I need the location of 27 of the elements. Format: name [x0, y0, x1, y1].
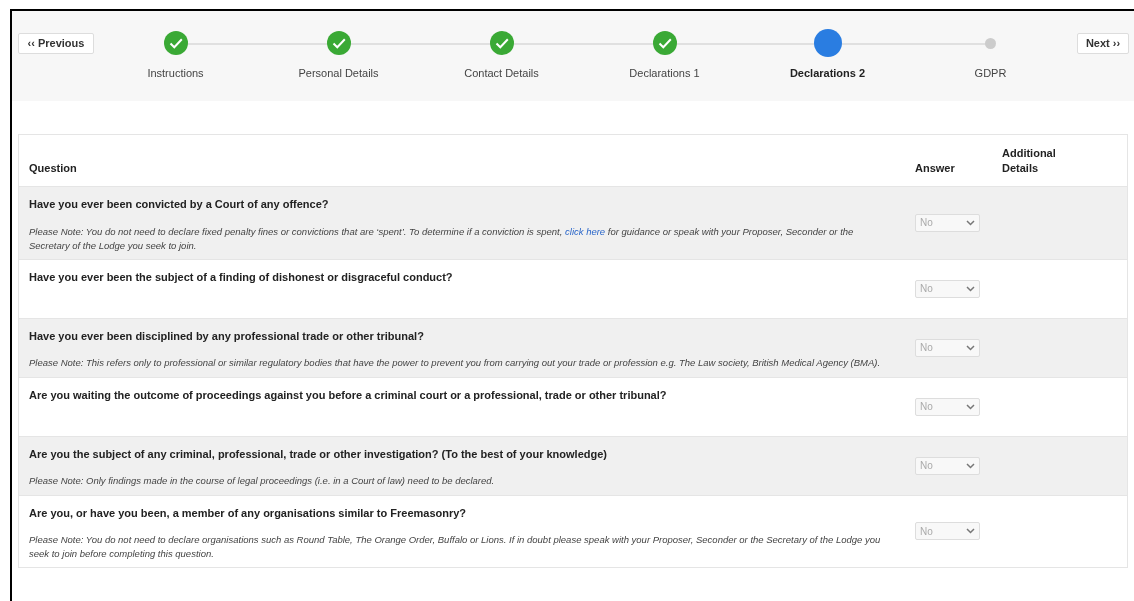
- column-header: Additional Details: [1002, 146, 1057, 176]
- question-text: Have you ever been the subject of a finding of dishonest or disgraceful conduct?: [29, 269, 454, 285]
- next-button[interactable]: Next ››: [1077, 33, 1129, 54]
- step-label: Declarations 2: [789, 66, 866, 81]
- question-text: Have you ever been disciplined by any professional trade or other tribunal?: [29, 328, 425, 344]
- step-label: Instructions: [147, 66, 204, 81]
- step-label: Contact Details: [464, 66, 539, 81]
- chevron-down-icon: [966, 219, 975, 226]
- chevron-down-icon: [966, 403, 975, 410]
- column-header: Question: [28, 160, 78, 176]
- step-label: Personal Details: [298, 66, 379, 81]
- note-text: Please Note: You do not need to declare organisations such as Round Table, The Orange Order, Buffalo or Lions. If in doubt please speak with your Proposer, Seconder or the Secretary of the Lodge you seek to join before completing this question.: [29, 533, 882, 561]
- chevron-down-icon: [966, 462, 975, 469]
- column-header: Answer: [915, 160, 956, 176]
- step-label: GDPR: [974, 66, 1007, 81]
- chevron-down-icon: [966, 344, 975, 351]
- question-text: Are you waiting the outcome of proceedings against you before a criminal court or a professional, trade or other tribunal?: [29, 387, 668, 403]
- previous-button[interactable]: ‹‹ Previous: [18, 33, 94, 54]
- note-text: Please Note: This refers only to professional or similar regulatory bodies that have the power to prevent you from carrying out your trade or profession e.g. The Law society, British Medical Agency (BMA).: [29, 356, 882, 370]
- chevron-down-icon: [966, 528, 975, 535]
- question-text: Are you, or have you been, a member of any organisations similar to Freemasonry?: [29, 505, 468, 521]
- step-label: Declarations 1: [629, 66, 700, 81]
- note-text: Please Note: Only findings made in the course of legal proceedings (i.e. in a Court of law) need to be declared.: [29, 474, 496, 488]
- question-text: Are you the subject of any criminal, professional, trade or other investigation? (To the best of your knowledge): [29, 446, 608, 462]
- question-text: Have you ever been convicted by a Court of any offence?: [29, 197, 330, 212]
- note-text: Please Note: You do not need to declare fixed penalty fines or convictions that are ‘spent’. To determine if a conviction is spent, click here for guidance or speak with your Proposer, Seconder or the Secretary of the Lodge you seek to join.: [29, 224, 855, 253]
- chevron-down-icon: [966, 285, 975, 292]
